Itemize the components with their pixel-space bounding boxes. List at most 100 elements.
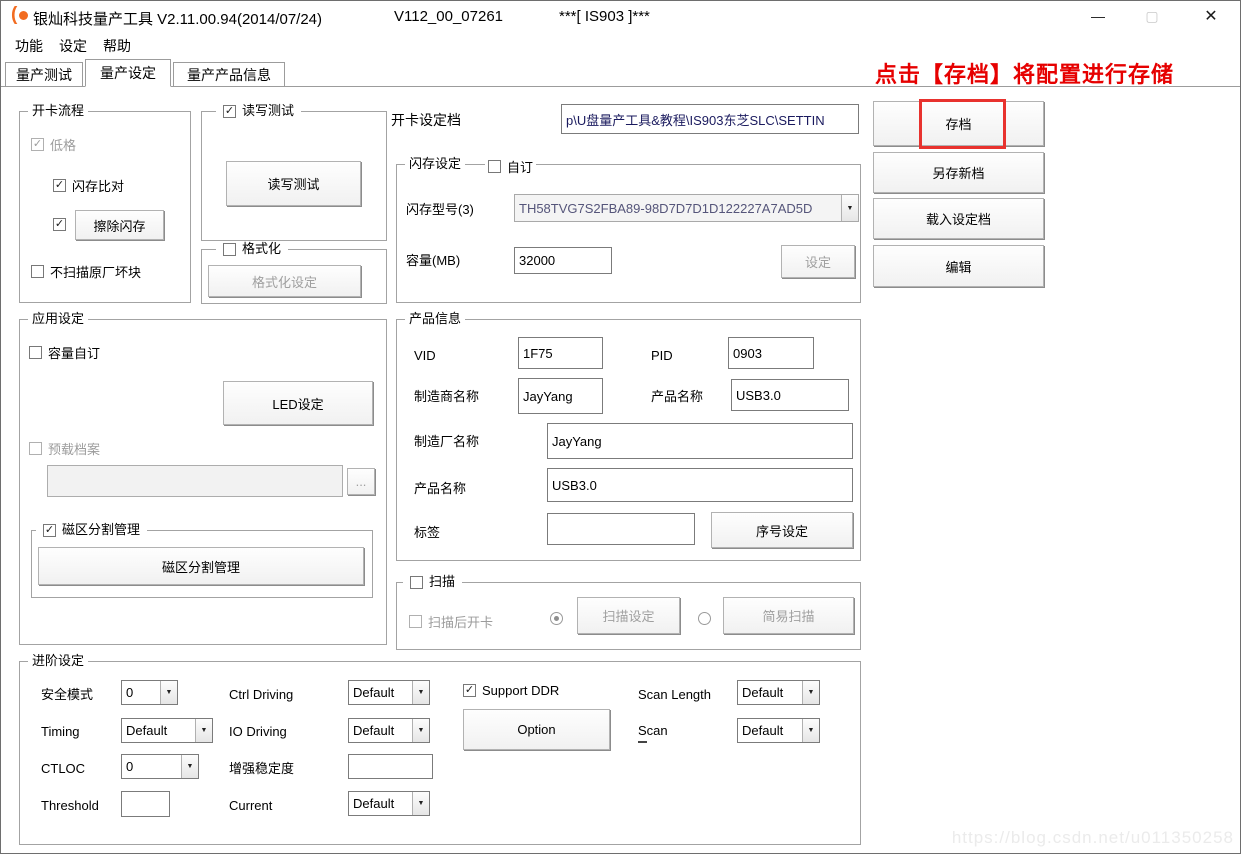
title-bar: ( 银灿科技量产工具 V2.11.00.94(2014/07/24) V112_… [1, 1, 1240, 31]
maximize-button[interactable]: ▢ [1129, 1, 1175, 31]
format-checkbox[interactable]: 格式化 [220, 241, 285, 257]
check-icon: ✓ [31, 138, 44, 151]
capacity-set-button[interactable]: 设定 [781, 245, 855, 278]
flash-model-select[interactable]: TH58TVG7S2FBA89-98D7D7D1D122227A7AD5D ▼ [514, 194, 859, 222]
product-name2-input[interactable]: USB3.0 [547, 468, 853, 502]
edit-button[interactable]: 编辑 [873, 245, 1044, 287]
stability-input[interactable] [348, 754, 433, 779]
scan-label: Scan [638, 723, 668, 738]
current-select[interactable]: Default ▼ [348, 791, 430, 816]
checkbox-box [409, 615, 422, 628]
scan-select[interactable]: Default ▼ [737, 718, 820, 743]
format-settings-button[interactable]: 格式化设定 [208, 265, 361, 297]
menu-item-help[interactable]: 帮助 [97, 34, 137, 56]
scan-checkbox[interactable]: 扫描 [407, 574, 459, 590]
menu-item-settings[interactable]: 设定 [53, 34, 93, 56]
flash-custom-checkbox[interactable]: 自订 [485, 157, 537, 176]
erase-flash-checkbox[interactable]: ✓ [53, 218, 66, 231]
capacity-input[interactable]: 32000 [514, 247, 612, 274]
radio-dot-icon [554, 616, 559, 621]
partition-checkbox[interactable]: ✓ 磁区分割管理 [40, 522, 144, 538]
ctloc-label: CTLOC [41, 761, 86, 776]
chevron-down-icon[interactable]: ▼ [802, 719, 819, 742]
chevron-down-icon[interactable]: ▼ [412, 681, 429, 704]
preload-file-label: 预载档案 [48, 442, 101, 457]
capacity-label: 容量(MB) [406, 253, 461, 268]
close-button[interactable]: ✕ [1188, 1, 1234, 31]
chevron-down-icon[interactable]: ▼ [412, 792, 429, 815]
product-info-group-title: 产品信息 [405, 311, 466, 327]
chevron-down-icon[interactable]: ▼ [412, 719, 429, 742]
menu-item-function[interactable]: 功能 [9, 34, 49, 56]
option-button[interactable]: Option [463, 709, 610, 750]
flash-compare-checkbox[interactable]: ✓ 闪存比对 [53, 176, 124, 195]
format-group-title: 格式化 [242, 241, 282, 256]
scan-settings-button[interactable]: 扫描设定 [577, 597, 680, 634]
minimize-button[interactable]: — [1075, 1, 1121, 31]
support-ddr-checkbox[interactable]: ✓ Support DDR [463, 683, 559, 698]
partition-manage-button[interactable]: 磁区分割管理 [38, 547, 364, 585]
erase-flash-button[interactable]: 擦除闪存 [75, 210, 164, 240]
load-settings-button[interactable]: 载入设定档 [873, 198, 1044, 239]
scan-length-select[interactable]: Default ▼ [737, 680, 820, 705]
preload-file-checkbox[interactable]: 预载档案 [29, 439, 100, 458]
chevron-down-icon[interactable]: ▼ [195, 719, 212, 742]
chevron-down-icon[interactable]: ▼ [160, 681, 177, 704]
capacity-custom-checkbox[interactable]: 容量自订 [29, 343, 100, 362]
tab-production-settings[interactable]: 量产设定 [85, 59, 171, 87]
product-name-input[interactable]: USB3.0 [731, 379, 849, 411]
scan-length-label: Scan Length [638, 687, 712, 702]
settings-file-path-input[interactable]: p\U盘量产工具&教程\IS903东芝SLC\SETTIN [561, 104, 859, 134]
rw-test-group-title: 读写测试 [242, 103, 295, 118]
easy-scan-radio[interactable] [698, 612, 711, 625]
pid-input[interactable]: 0903 [728, 337, 814, 369]
timing-label: Timing [41, 724, 80, 739]
ctrl-driving-label: Ctrl Driving [229, 687, 294, 702]
chevron-down-icon[interactable]: ▼ [802, 681, 819, 704]
factory-name-input[interactable]: JayYang [547, 423, 853, 459]
browse-button[interactable]: ... [347, 468, 375, 495]
scan-group-title: 扫描 [429, 574, 456, 589]
save-as-button[interactable]: 另存新档 [873, 152, 1044, 193]
safe-mode-select[interactable]: 0 ▼ [121, 680, 178, 705]
preload-path-input[interactable] [47, 465, 343, 497]
serial-settings-button[interactable]: 序号设定 [711, 512, 853, 548]
advanced-group-title: 进阶设定 [28, 653, 89, 669]
led-settings-button[interactable]: LED设定 [223, 381, 373, 425]
tab-production-test[interactable]: 量产测试 [5, 62, 83, 86]
timing-select[interactable]: Default ▼ [121, 718, 213, 743]
flash-model-label: 闪存型号(3) [406, 202, 474, 217]
support-ddr-label: Support DDR [482, 683, 560, 698]
product-name2-label: 产品名称 [414, 481, 467, 496]
no-scan-bad-blocks-checkbox[interactable]: 不扫描原厂坏块 [31, 262, 141, 281]
save-button[interactable]: 存档 [873, 101, 1044, 146]
threshold-input[interactable] [121, 791, 170, 817]
scan-value: Default [742, 723, 784, 738]
rw-test-button[interactable]: 读写测试 [226, 161, 361, 206]
checkbox-box [223, 242, 236, 256]
io-driving-select[interactable]: Default ▼ [348, 718, 430, 743]
scan-mode-radio-selected[interactable] [550, 612, 563, 625]
rw-test-checkbox[interactable]: ✓ 读写测试 [220, 103, 298, 119]
vid-input[interactable]: 1F75 [518, 337, 603, 369]
ctloc-select[interactable]: 0 ▼ [121, 754, 199, 779]
current-label: Current [229, 798, 273, 813]
tutorial-annotation: 点击【存档】将配置进行存储 [875, 62, 1175, 88]
app-window: ( 银灿科技量产工具 V2.11.00.94(2014/07/24) V112_… [0, 0, 1241, 854]
open-after-scan-checkbox[interactable]: 扫描后开卡 [409, 612, 493, 631]
scan-length-value: Default [742, 685, 784, 700]
capacity-custom-label: 容量自订 [48, 346, 101, 361]
flash-model-value: TH58TVG7S2FBA89-98D7D7D1D122227A7AD5D [519, 200, 813, 216]
tag-input[interactable] [547, 513, 695, 545]
card-flow-group-title: 开卡流程 [28, 103, 89, 119]
vid-label: VID [414, 348, 436, 363]
chevron-down-icon[interactable]: ▼ [181, 755, 198, 778]
easy-scan-button[interactable]: 简易扫描 [723, 597, 854, 634]
tab-product-info[interactable]: 量产产品信息 [173, 62, 285, 86]
chevron-down-icon[interactable]: ▼ [841, 195, 858, 221]
factory-name-label: 制造厂名称 [414, 434, 480, 449]
scan-label-clipped-text [638, 741, 647, 743]
ctrl-driving-select[interactable]: Default ▼ [348, 680, 430, 705]
vendor-name-input[interactable]: JayYang [518, 378, 603, 414]
low-format-checkbox[interactable]: ✓ 低格 [31, 135, 76, 154]
